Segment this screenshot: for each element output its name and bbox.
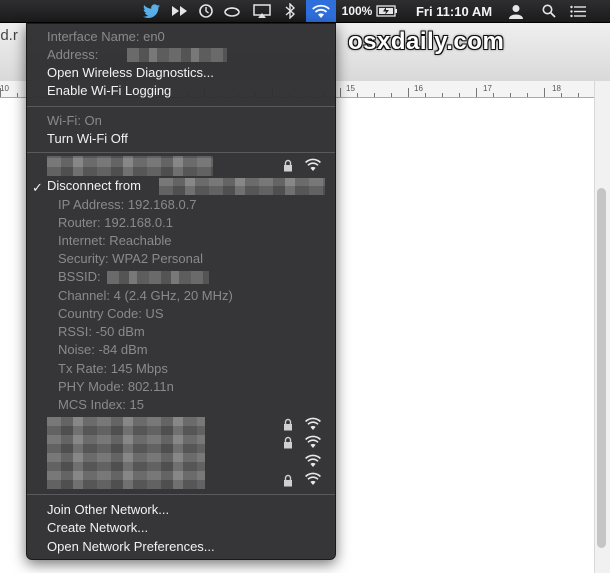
scrollbar-thumb[interactable] [597, 188, 606, 548]
mcs-index-detail: MCS Index: 15 [58, 397, 144, 412]
ruler-tick [578, 93, 579, 97]
ruler-tick [408, 88, 409, 97]
country-code-detail: Country Code: US [58, 306, 164, 321]
open-network-preferences-item[interactable]: Open Network Preferences... [47, 538, 215, 556]
internet-detail: Internet: Reachable [58, 233, 172, 248]
channel-detail: Channel: 4 (2.4 GHz, 20 MHz) [58, 288, 233, 303]
ruler-tick [510, 93, 511, 97]
connected-network-name-redacted[interactable] [47, 156, 213, 176]
phy-mode-detail: PHY Mode: 802.11n [58, 379, 174, 394]
wifi-menu: Interface Name: en0 Address: Open Wirele… [26, 23, 336, 560]
ruler-tick [340, 88, 341, 97]
disconnect-from-item[interactable]: Disconnect from [47, 177, 141, 195]
menu-bar-clock[interactable]: Fri 11:10 AM [408, 0, 500, 22]
redacted-network-name [159, 178, 325, 195]
twitter-icon[interactable] [140, 0, 164, 22]
lock-icon [283, 474, 293, 492]
noise-detail: Noise: -84 dBm [58, 342, 148, 357]
ruler-mark-10: 10 [0, 84, 9, 93]
redacted-address [127, 48, 227, 62]
ruler-tick [527, 93, 528, 97]
ruler-mark-17: 17 [483, 84, 492, 93]
bluetooth-icon[interactable] [280, 0, 300, 22]
wifi-signal-icon [304, 454, 322, 473]
interface-name-label: Interface Name: en0 [47, 29, 165, 44]
wifi-signal-icon [304, 417, 322, 436]
address-label: Address: [47, 47, 99, 62]
battery-percent: 100% [341, 4, 373, 18]
other-networks-redacted[interactable] [47, 417, 205, 489]
menu-bar: 100% Fri 11:10 AM [0, 0, 610, 23]
ruler-mark-15: 15 [346, 84, 355, 93]
enable-wifi-logging-item[interactable]: Enable Wi-Fi Logging [47, 82, 171, 100]
redacted-bssid [107, 271, 209, 284]
battery-icon[interactable] [375, 0, 399, 22]
ruler-tick [17, 93, 18, 97]
menu-separator [27, 152, 335, 153]
menu-separator [27, 494, 335, 495]
wifi-signal-icon [304, 158, 322, 177]
lock-icon [283, 436, 293, 454]
open-wireless-diagnostics-item[interactable]: Open Wireless Diagnostics... [47, 64, 214, 82]
rssi-detail: RSSI: -50 dBm [58, 324, 145, 339]
ruler-tick [561, 93, 562, 97]
router-detail: Router: 192.168.0.1 [58, 215, 173, 230]
notification-center-icon[interactable] [567, 0, 589, 22]
menu-separator [27, 106, 335, 107]
lock-icon [283, 418, 293, 436]
wifi-status-label: Wi-Fi: On [47, 113, 102, 128]
checkmark-icon: ✓ [32, 180, 43, 195]
ip-address-detail: IP Address: 192.168.0.7 [58, 197, 197, 212]
tx-rate-detail: Tx Rate: 145 Mbps [58, 361, 168, 376]
watermark: osxdaily.com [348, 28, 505, 55]
security-detail: Security: WPA2 Personal [58, 251, 203, 266]
turn-wifi-off-item[interactable]: Turn Wi-Fi Off [47, 130, 128, 148]
ruler-tick [391, 93, 392, 97]
time-machine-icon[interactable] [194, 0, 218, 22]
create-network-item[interactable]: Create Network... [47, 519, 148, 537]
ruler-tick [493, 93, 494, 97]
wifi-signal-icon [304, 472, 322, 491]
user-icon[interactable] [505, 0, 527, 22]
join-other-network-item[interactable]: Join Other Network... [47, 501, 169, 519]
ruler-tick [374, 93, 375, 97]
ruler-tick [459, 93, 460, 97]
ruler-mark-18: 18 [552, 84, 561, 93]
spotlight-icon[interactable] [538, 0, 560, 22]
cloud-icon[interactable] [220, 0, 244, 22]
bssid-detail: BSSID: [58, 269, 101, 284]
ruler-mark-16: 16 [414, 84, 423, 93]
airplay-icon[interactable] [250, 0, 274, 22]
ruler-tick [476, 88, 477, 97]
lock-icon [283, 159, 293, 177]
wifi-icon[interactable] [306, 0, 336, 22]
ruler-tick [425, 93, 426, 97]
ruler-tick [442, 93, 443, 97]
forward-icon[interactable] [168, 0, 192, 22]
ruler-tick [357, 93, 358, 97]
ruler-tick [0, 88, 1, 97]
ruler-tick [544, 88, 545, 97]
wifi-signal-icon [304, 435, 322, 454]
